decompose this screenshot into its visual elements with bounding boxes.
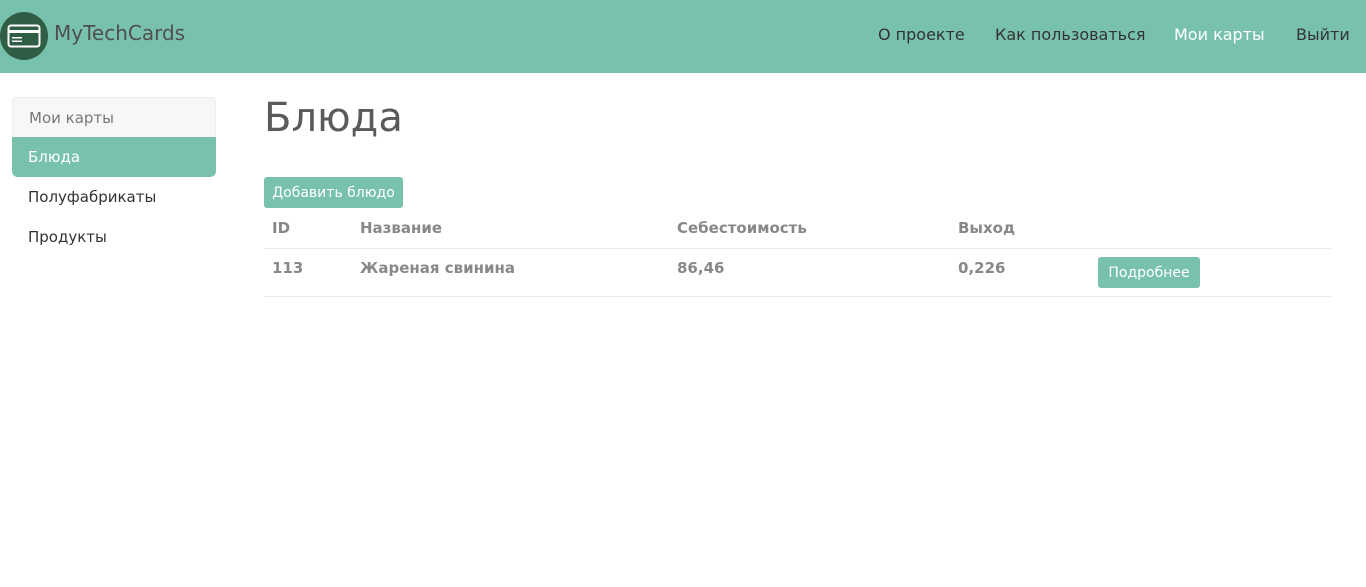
nav-my-cards[interactable]: Мои карты — [1174, 25, 1265, 44]
sidebar-header: Мои карты — [12, 97, 216, 137]
cell-cost: 86,46 — [677, 259, 725, 277]
credit-card-icon — [0, 12, 48, 60]
cell-name: Жареная свинина — [360, 259, 515, 277]
column-header-name: Название — [360, 219, 443, 237]
brand[interactable]: MyTechCards — [0, 12, 185, 60]
sidebar-item-products[interactable]: Продукты — [12, 217, 216, 257]
cell-output: 0,226 — [958, 259, 1006, 277]
top-navbar: MyTechCards О проекте Как пользоваться М… — [0, 0, 1366, 73]
brand-name[interactable]: MyTechCards — [54, 21, 185, 45]
sidebar-item-semi-finished[interactable]: Полуфабрикаты — [12, 177, 216, 217]
column-header-output: Выход — [958, 219, 1016, 237]
column-header-id: ID — [272, 219, 291, 237]
column-header-cost: Себестоимость — [677, 219, 807, 237]
nav-about[interactable]: О проекте — [878, 25, 965, 44]
add-dish-button[interactable]: Добавить блюдо — [264, 177, 403, 208]
dishes-table: ID Название Себестоимость Выход 113 Жаре… — [264, 208, 1331, 297]
cell-id: 113 — [272, 259, 304, 277]
details-button[interactable]: Подробнее — [1098, 257, 1200, 288]
sidebar: Мои карты Блюда Полуфабрикаты Продукты — [12, 97, 216, 257]
nav-logout[interactable]: Выйти — [1296, 25, 1350, 44]
page-title: Блюда — [264, 95, 403, 141]
sidebar-item-dishes[interactable]: Блюда — [12, 137, 216, 177]
table-header: ID Название Себестоимость Выход — [264, 208, 1331, 249]
table-row: 113 Жареная свинина 86,46 0,226 Подробне… — [264, 249, 1331, 297]
nav-how-to-use[interactable]: Как пользоваться — [995, 25, 1146, 44]
